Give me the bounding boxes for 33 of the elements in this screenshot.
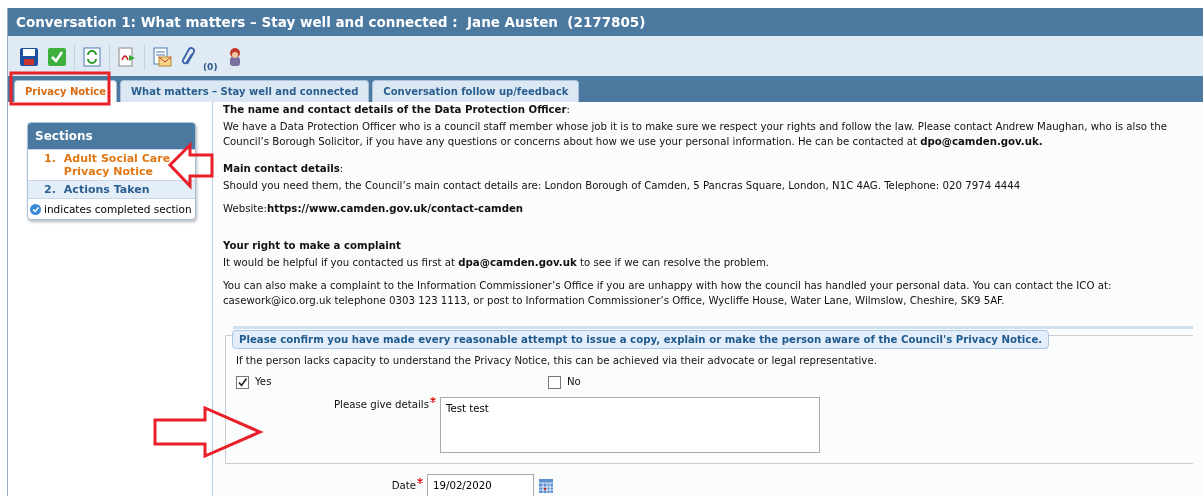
section-item[interactable]: 2. Actions Taken bbox=[28, 180, 195, 198]
refresh-icon[interactable] bbox=[81, 46, 103, 68]
section-heading: The name and contact details of the Data Protection Officer: bbox=[223, 103, 571, 117]
panel-title: Sections bbox=[28, 123, 195, 149]
details-field[interactable]: Test test bbox=[440, 397, 820, 453]
checkbox[interactable] bbox=[236, 376, 249, 389]
option-label: No bbox=[567, 375, 581, 389]
option-label: Yes bbox=[255, 375, 272, 389]
tab[interactable]: Conversation follow up/feedback bbox=[372, 80, 580, 102]
date-field[interactable]: 19/02/2020 bbox=[427, 474, 534, 496]
checkbox[interactable] bbox=[548, 376, 561, 389]
attachment-count: (0) bbox=[203, 62, 218, 72]
tab[interactable]: Privacy Notice bbox=[14, 80, 118, 102]
letter-icon[interactable] bbox=[151, 46, 173, 68]
paragraph: You can also make a complaint to the Information Commissioner’s Office if you are unhappy with how the council has handled your personal data. You can contact the ICO at: casework@ico.org.uk telephone 0303 123 1113, or post to Information Commissioner’s Office, Wycliffe House, Water Lane, Wilmslow, Cheshire, SK9 5AF. bbox=[223, 279, 1113, 308]
section-item[interactable]: 1. Adult Social Care Privacy Notice bbox=[28, 149, 195, 180]
paragraph: It would be helpful if you contacted us first at dpa@camden.gov.uk to see if we can resolve the problem. bbox=[223, 256, 771, 270]
tab[interactable]: What matters – Stay well and connected bbox=[120, 80, 370, 102]
window-title: Conversation 1: What matters – Stay well and connected : Jane Austen (2177805) bbox=[8, 8, 1203, 36]
paragraph: We have a Data Protection Officer who is a council staff member whose job it is to make sure we respect your rights and follow the law. Please contact Andrew Maughan, who is also the Council’s Borough Solicitor, if you have any questions or concerns about how we use your personal information. He can be contacted at dpo@camden.gov.uk. bbox=[223, 120, 1168, 149]
checkmark-icon[interactable] bbox=[46, 46, 68, 68]
section-heading: Your right to make a complaint bbox=[223, 239, 402, 253]
section-heading: Main contact details: bbox=[223, 162, 345, 176]
field-label: Date bbox=[391, 480, 416, 491]
paragraph: Website:https://www.camden.gov.uk/contact-camden bbox=[223, 202, 525, 216]
save-icon[interactable] bbox=[18, 46, 40, 68]
check-circle-icon bbox=[30, 203, 41, 215]
hint-text: If the person lacks capacity to understand the Privacy Notice, this can be achieved via their advocate or legal representative. bbox=[236, 354, 878, 368]
calendar-icon[interactable] bbox=[538, 477, 554, 494]
field-label: Please give details bbox=[333, 399, 429, 410]
question-legend: Please confirm you have made every reasonable attempt to issue a copy, explain or make the person aware of the Council's Privacy Notice. bbox=[232, 330, 1050, 349]
paragraph: Should you need them, the Council’s main contact details are: London Borough of Camden, 5 Pancras Square, London, N1C 4AG. Telephone: 020 7974 4444 bbox=[223, 179, 1022, 193]
legend-text: indicates completed section bbox=[44, 203, 192, 215]
